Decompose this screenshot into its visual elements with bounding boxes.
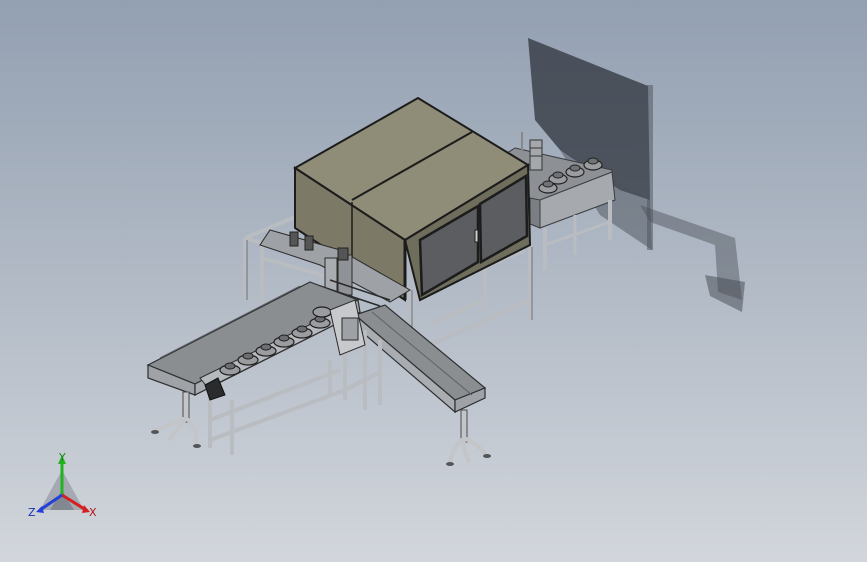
y-axis-label: Y [58, 451, 66, 464]
x-axis-label: X [89, 506, 97, 519]
z-axis-label: Z [28, 506, 36, 519]
coordinate-triad-icon[interactable]: Y X Z [0, 0, 867, 562]
cad-viewport[interactable]: Y X Z [0, 0, 867, 562]
